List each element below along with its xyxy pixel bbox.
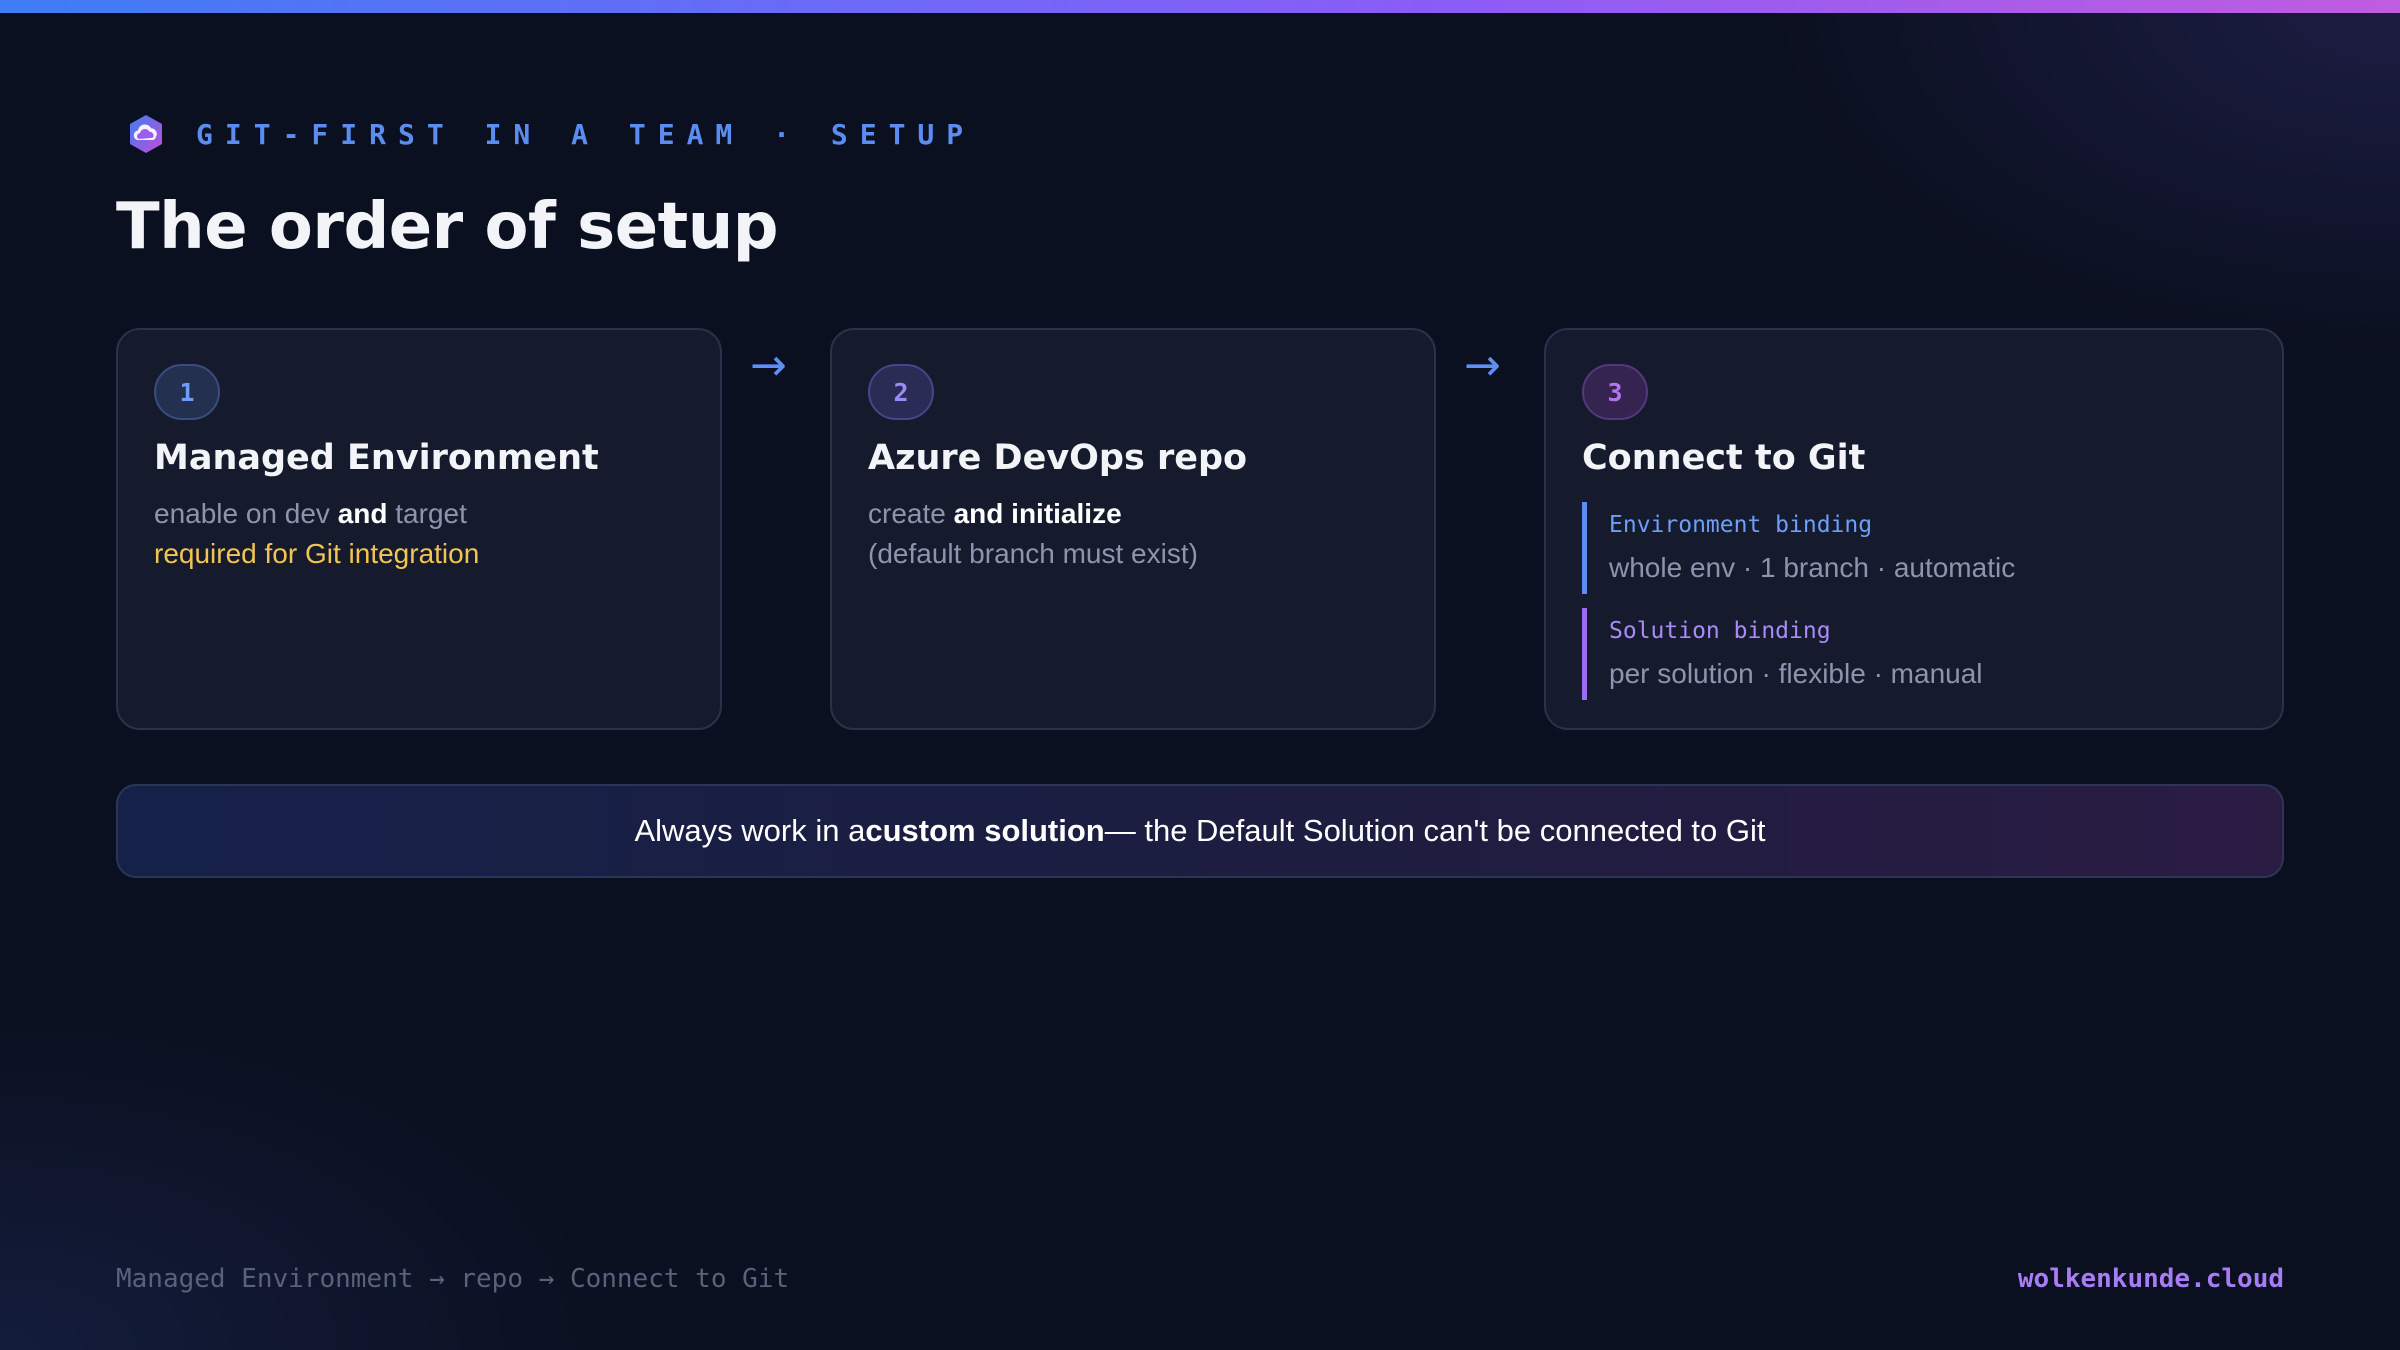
- solution-binding-option: Solution binding per solution · flexible…: [1582, 608, 2182, 700]
- step-card-azure-devops-repo: 2 Azure DevOps repo create and initializ…: [830, 328, 1436, 730]
- callout-emphasis: custom solution: [865, 813, 1105, 848]
- top-gradient-bar: [0, 0, 2400, 13]
- page-title: The order of setup: [116, 190, 779, 264]
- binding-description: whole env · 1 branch · automatic: [1609, 552, 2016, 583]
- callout-text: Always work in a: [634, 813, 866, 848]
- right-arrow-icon: →: [750, 340, 787, 391]
- step-title: Azure DevOps repo: [868, 438, 1248, 478]
- right-arrow-icon: →: [1464, 340, 1501, 391]
- step-number-badge: 2: [868, 364, 934, 420]
- step-number-badge: 3: [1582, 364, 1648, 420]
- step-description-emphasis: and initialize: [953, 498, 1122, 529]
- step-description: create and initialize: [868, 498, 1122, 530]
- footer-brand: wolkenkunde.cloud: [2017, 1264, 2284, 1294]
- step-title: Managed Environment: [154, 438, 599, 478]
- binding-description: per solution · flexible · manual: [1609, 658, 1983, 689]
- footer-breadcrumb: Managed Environment → repo → Connect to …: [116, 1264, 790, 1294]
- callout-text: — the Default Solution can't be connecte…: [1104, 813, 1766, 848]
- binding-label: Solution binding: [1609, 618, 1831, 644]
- step-card-managed-environment: 1 Managed Environment enable on dev and …: [116, 328, 722, 730]
- environment-binding-option: Environment binding whole env · 1 branch…: [1582, 502, 2182, 594]
- step-description-text: enable on dev: [154, 498, 338, 529]
- step-description-text: target: [387, 498, 467, 529]
- step-number-badge: 1: [154, 364, 220, 420]
- step-card-connect-to-git: 3 Connect to Git Environment binding who…: [1544, 328, 2284, 730]
- step-requirement-note: required for Git integration: [154, 538, 480, 569]
- step-title: Connect to Git: [1582, 438, 1866, 478]
- step-note: (default branch must exist): [868, 538, 1198, 569]
- binding-label: Environment binding: [1609, 512, 1873, 538]
- step-description: enable on dev and target: [154, 498, 467, 530]
- step-description-emphasis: and: [337, 498, 388, 529]
- step-description-text: create: [868, 498, 954, 529]
- custom-solution-callout: Always work in a custom solution — the D…: [116, 784, 2284, 878]
- cloud-logo-icon: [130, 115, 162, 153]
- eyebrow-text: GIT-FIRST IN A TEAM · SETUP: [196, 117, 976, 151]
- eyebrow: GIT-FIRST IN A TEAM · SETUP: [124, 112, 975, 156]
